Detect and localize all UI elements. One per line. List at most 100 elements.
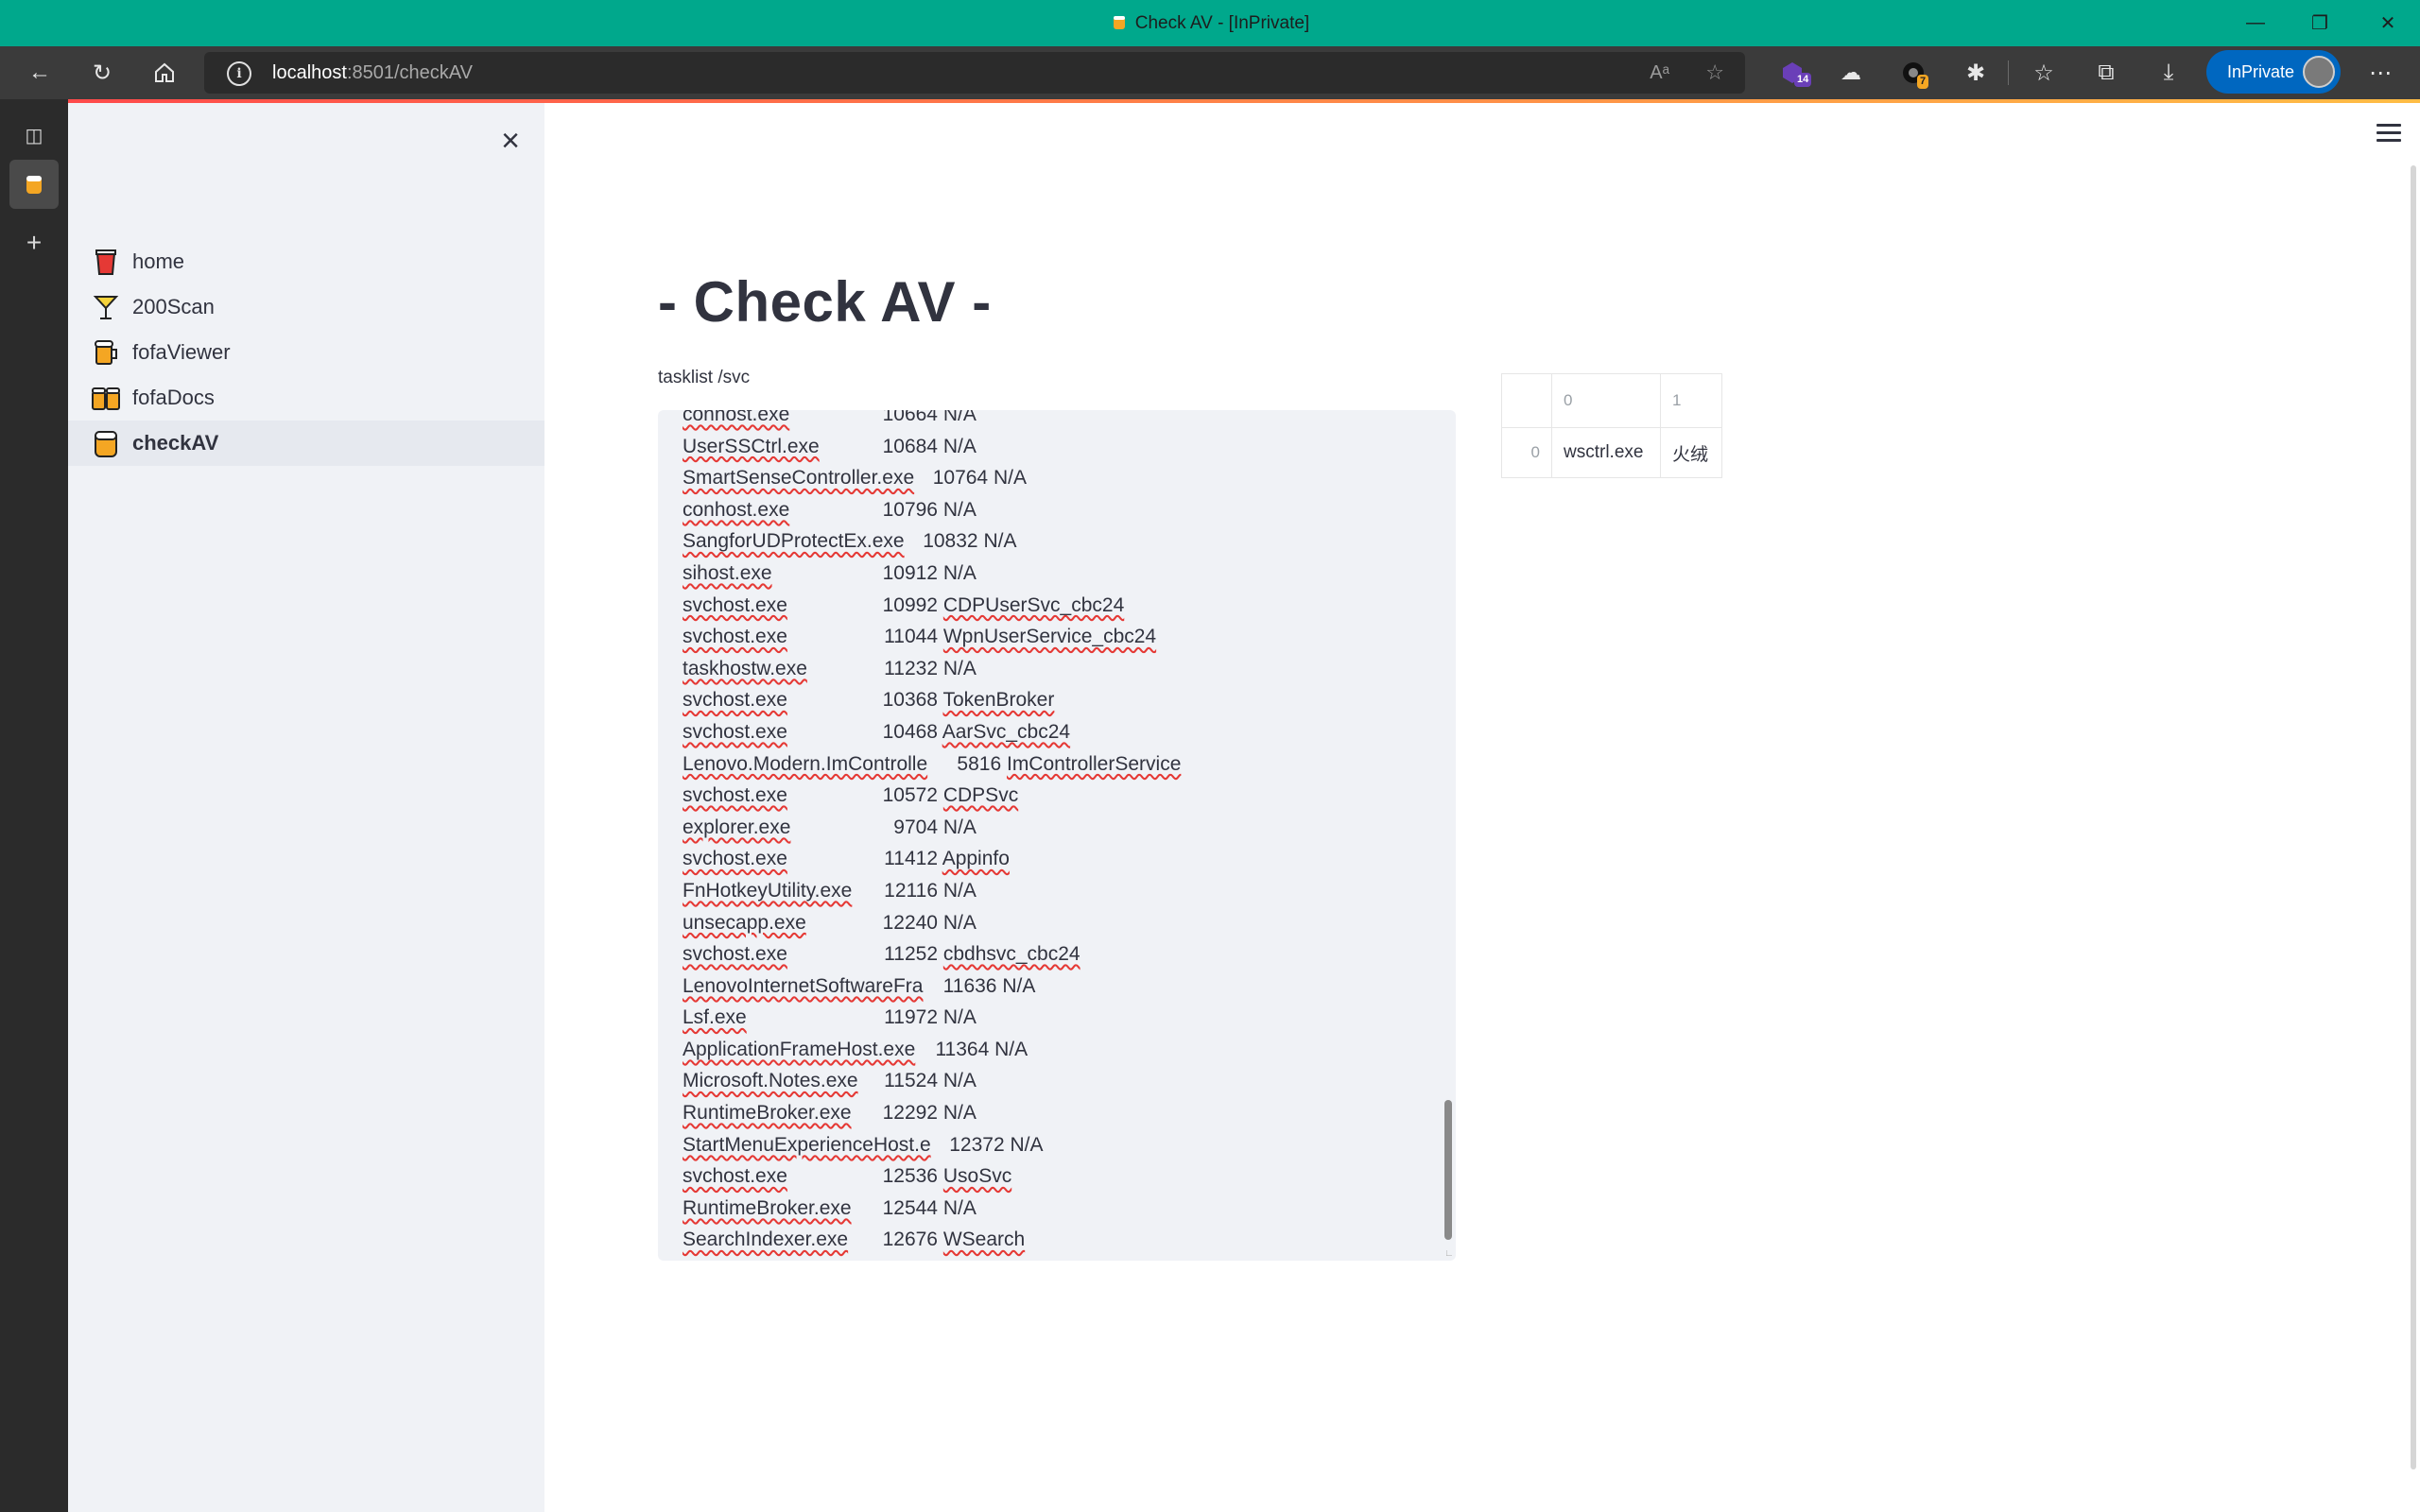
process-pid: 12536 [882, 1165, 938, 1188]
extensions-button[interactable]: ✱ [1951, 46, 2000, 99]
process-pid: 12240 [882, 911, 938, 934]
process-pid: 10572 [882, 784, 938, 807]
process-service: N/A [942, 561, 977, 584]
process-pid: 12116 [884, 879, 938, 902]
tab-actions-button[interactable]: ◫ [9, 111, 59, 160]
extension-button-3[interactable]: 7 [1889, 46, 1938, 99]
add-favorite-icon[interactable]: ☆ [1705, 52, 1724, 94]
sidebar-close-button[interactable]: × [492, 122, 529, 160]
window-title: Check AV - [InPrivate] [1134, 13, 1310, 33]
process-name: conhost.exe [683, 410, 790, 425]
process-service: N/A [942, 657, 977, 679]
list-item: unsecapp.exe 12240 N/A [683, 907, 1181, 939]
process-name: svchost.exe [683, 689, 787, 712]
main-content: - Check AV - tasklist /svc conhost.exe 10… [544, 103, 2420, 1512]
home-icon [155, 62, 174, 82]
process-pid: 10764 [932, 467, 989, 490]
list-item: FnHotkeyUtility.exe 12116 N/A [683, 875, 1181, 907]
list-item: ApplicationFrameHost.exe 11364 N/A [683, 1034, 1181, 1066]
extension-badge-2: 7 [1917, 75, 1929, 89]
process-name: SangforUDProtectEx.exe [683, 530, 905, 553]
site-info-icon[interactable]: i [227, 61, 251, 86]
process-pid: 11252 [884, 943, 938, 966]
process-name: RuntimeBroker.exe [683, 1102, 852, 1125]
process-service: N/A [942, 410, 977, 425]
close-icon: × [501, 123, 520, 159]
inprivate-button[interactable]: InPrivate [2206, 50, 2341, 94]
list-item: svchost.exe 10572 CDPSvc [683, 780, 1181, 812]
hamburger-icon-line [2377, 139, 2401, 142]
list-item: Lsf.exe 11972 N/A [683, 1002, 1181, 1034]
collections-icon: ⧉ [2098, 60, 2115, 85]
process-pid: 11232 [884, 657, 938, 679]
extension-button-2[interactable]: ☁ [1826, 46, 1876, 99]
close-window-button[interactable]: ✕ [2356, 0, 2420, 46]
process-service: UsoSvc [942, 1165, 1012, 1188]
more-icon: ⋯ [2369, 60, 2392, 86]
process-service: N/A [942, 1196, 977, 1219]
list-item: svchost.exe 11044 WpnUserService_cbc24 [683, 621, 1181, 653]
collections-button[interactable]: ⧉ [2082, 46, 2131, 99]
tasklist-textarea[interactable]: conhost.exe 10664 N/A UserSSCtrl.exe 10684 … [658, 410, 1456, 1261]
vertical-tab-strip: ◫ + [0, 99, 68, 1512]
address-bar[interactable]: i localhost:8501/checkAV Aᵃ ☆ [204, 52, 1745, 94]
process-pid: 10832 [923, 530, 978, 553]
back-button[interactable]: ← [15, 46, 64, 99]
process-service: CDPSvc [942, 784, 1019, 807]
downloads-button[interactable]: ⤓ [2144, 46, 2193, 99]
process-name: Lenovo.Modern.ImControlle [683, 752, 928, 775]
sidebar: × home 200Scan fofaViewer fofaDocs check… [68, 103, 544, 1512]
list-item: SearchIndexer.exe 12676 WSearch [683, 1224, 1181, 1256]
process-service: N/A [993, 467, 1027, 490]
process-service: WpnUserService_cbc24 [942, 626, 1157, 648]
table-cell[interactable]: wsctrl.exe [1551, 427, 1661, 478]
sidebar-item-200scan[interactable]: 200Scan [68, 284, 544, 330]
table-header-row: 0 1 [1501, 373, 1722, 428]
process-service: N/A [1010, 1133, 1044, 1156]
new-tab-button[interactable]: + [9, 218, 59, 267]
table-cell[interactable]: 火绒 [1660, 427, 1722, 478]
favorites-button[interactable]: ☆ [2019, 46, 2068, 99]
process-name: Microsoft.Notes.exe [683, 1070, 858, 1092]
process-service: ImControllerService [1006, 752, 1182, 775]
settings-more-button[interactable]: ⋯ [2356, 46, 2405, 99]
process-name: svchost.exe [683, 784, 787, 807]
list-item: StartMenuExperienceHost.e 12372 N/A [683, 1129, 1181, 1161]
minimize-button[interactable]: — [2223, 0, 2288, 46]
process-name: SearchIndexer.exe [683, 1228, 849, 1251]
textarea-resize-handle[interactable]: ∟ [1444, 1249, 1454, 1259]
restore-button[interactable]: ❐ [2288, 0, 2352, 46]
tab-check-av[interactable] [9, 160, 59, 209]
process-service: N/A [942, 498, 977, 521]
list-item: SmartSenseController.exe 10764 N/A [683, 462, 1181, 494]
refresh-button[interactable]: ↻ [78, 46, 127, 99]
sidebar-item-fofaviewer[interactable]: fofaViewer [68, 330, 544, 375]
results-dataframe: 0 1 0 wsctrl.exe 火绒 [1501, 373, 1722, 478]
process-name: StartMenuExperienceHost.e [683, 1133, 931, 1156]
main-menu-button[interactable] [2377, 124, 2401, 143]
process-pid: 11412 [884, 848, 938, 870]
column-header[interactable]: 0 [1551, 373, 1661, 428]
sidebar-item-checkav[interactable]: checkAV [68, 421, 544, 466]
process-name: svchost.exe [683, 943, 787, 966]
process-name: LenovoInternetSoftwareFra [683, 974, 924, 997]
sidebar-item-fofadocs[interactable]: fofaDocs [68, 375, 544, 421]
process-pid: 10992 [882, 593, 938, 616]
list-item: svchost.exe 10468 AarSvc_cbc24 [683, 716, 1181, 748]
process-service: TokenBroker [942, 689, 1055, 712]
home-button[interactable] [140, 46, 189, 99]
list-item: RuntimeBroker.exe 12544 N/A [683, 1193, 1181, 1225]
page-title: - Check AV - [658, 270, 992, 334]
sidebar-item-home[interactable]: home [68, 239, 544, 284]
list-item: SangforUDProtectEx.exe 10832 N/A [683, 525, 1181, 558]
list-item: svchost.exe 11412 Appinfo [683, 843, 1181, 875]
url-text[interactable]: localhost:8501/checkAV [272, 52, 473, 94]
read-aloud-icon[interactable]: Aᵃ [1650, 52, 1669, 94]
process-service: CDPUserSvc_cbc24 [942, 593, 1125, 616]
extension-button-1[interactable]: 14 [1768, 46, 1817, 99]
main-scrollbar[interactable] [2411, 165, 2416, 1469]
column-header[interactable]: 1 [1660, 373, 1722, 428]
process-service: Appinfo [942, 848, 1010, 870]
textarea-scrollbar[interactable] [1444, 1100, 1452, 1240]
process-service: N/A [1002, 974, 1036, 997]
